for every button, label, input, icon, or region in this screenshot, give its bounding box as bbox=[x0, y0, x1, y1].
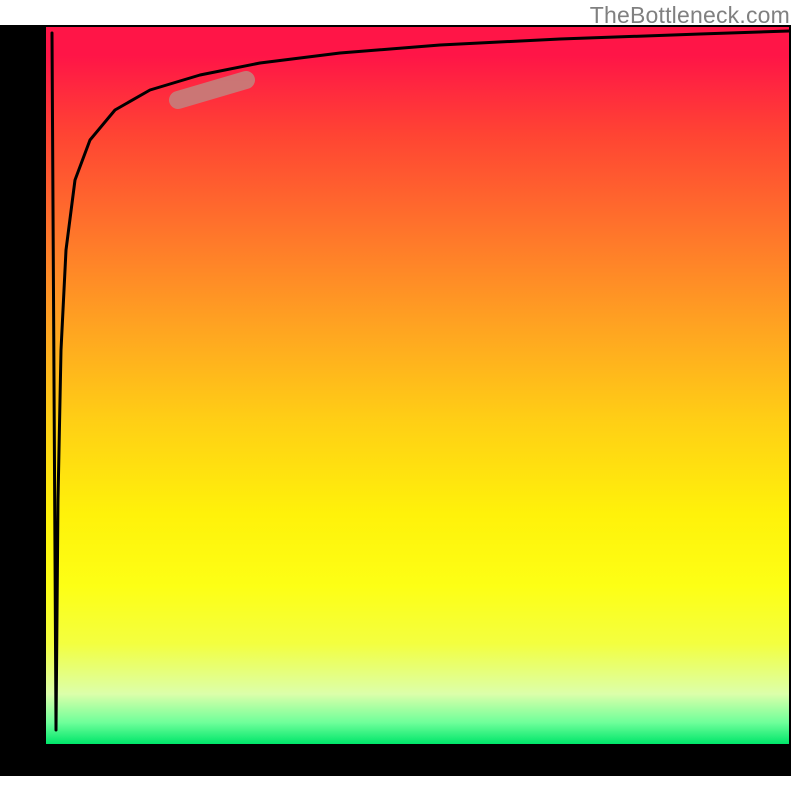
x-axis-bar bbox=[0, 744, 791, 776]
right-border bbox=[789, 25, 791, 746]
plot-background-gradient bbox=[46, 27, 789, 744]
attribution-text: TheBottleneck.com bbox=[590, 2, 790, 29]
y-axis-bar bbox=[0, 25, 46, 776]
chart-frame: TheBottleneck.com bbox=[0, 0, 800, 800]
